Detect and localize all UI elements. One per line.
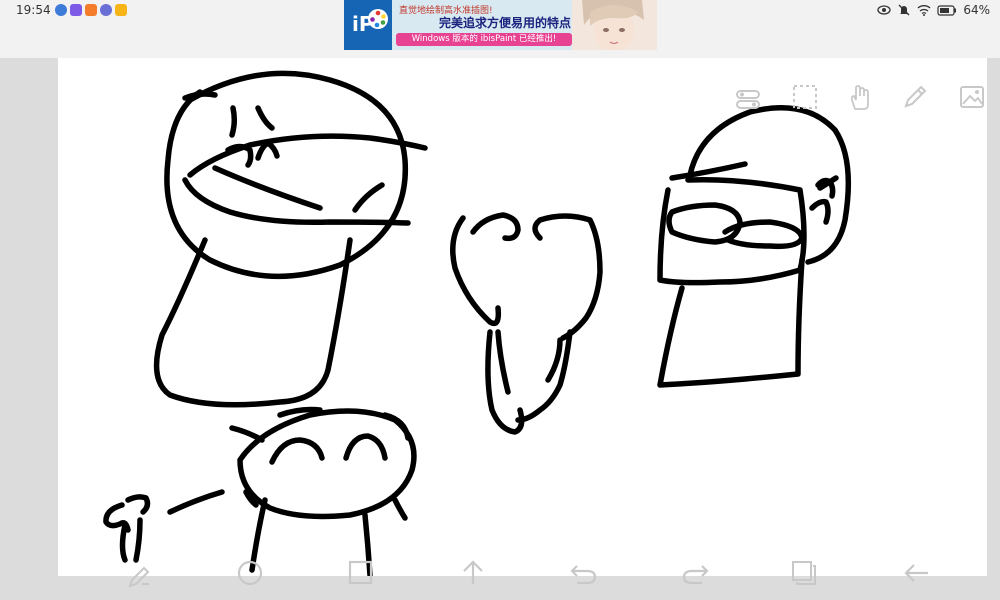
hand-icon[interactable] [845,82,875,112]
selection-icon[interactable] [790,82,820,112]
back-arrow-icon[interactable] [900,560,934,594]
status-time: 19:54 [16,3,51,17]
ad-line2: 完美追求方便易用的特点! [439,16,577,30]
eye-icon [877,5,891,15]
app-icon-purple [100,4,112,16]
status-indicators: 64% [877,3,990,17]
redo-icon[interactable] [678,560,712,594]
ad-line3: Windows 版本的 ibisPaint 已经推出! [396,33,572,46]
mute-icon [898,4,910,16]
pen-settings-icon[interactable] [122,560,156,594]
drawing-canvas[interactable] [58,58,987,576]
wifi-icon [917,5,931,16]
battery-icon [937,5,957,16]
palette-icon [368,9,388,29]
notification-icons [55,4,127,16]
canvas-drawing [103,70,852,576]
undo-icon[interactable] [567,560,601,594]
bottom-toolbar [0,560,1000,600]
ad-character-image [572,0,657,50]
app-icon-orange [85,4,97,16]
doodle-middle-figure [450,212,603,435]
image-icon[interactable] [957,82,987,112]
doodle-left-head [153,70,428,408]
doodle-right-head [657,104,852,388]
square-icon[interactable] [344,560,378,594]
battery-percent: 64% [963,3,990,17]
layers-toggle-icon[interactable] [733,84,763,114]
circle-icon[interactable] [233,560,267,594]
pen-icon[interactable] [900,82,930,112]
ad-banner[interactable]: iP 直觉地绘制高水准插图! 完美追求方便易用的特点! Windows 版本的 … [344,0,657,50]
app-icon-yellow [115,4,127,16]
app-icon-pink [70,4,82,16]
up-arrow-icon[interactable] [456,560,490,594]
doodle-bottom-face [103,406,417,576]
app-icon-blue [55,4,67,16]
ad-logo: iP [344,0,392,50]
layers-icon[interactable] [789,560,823,594]
